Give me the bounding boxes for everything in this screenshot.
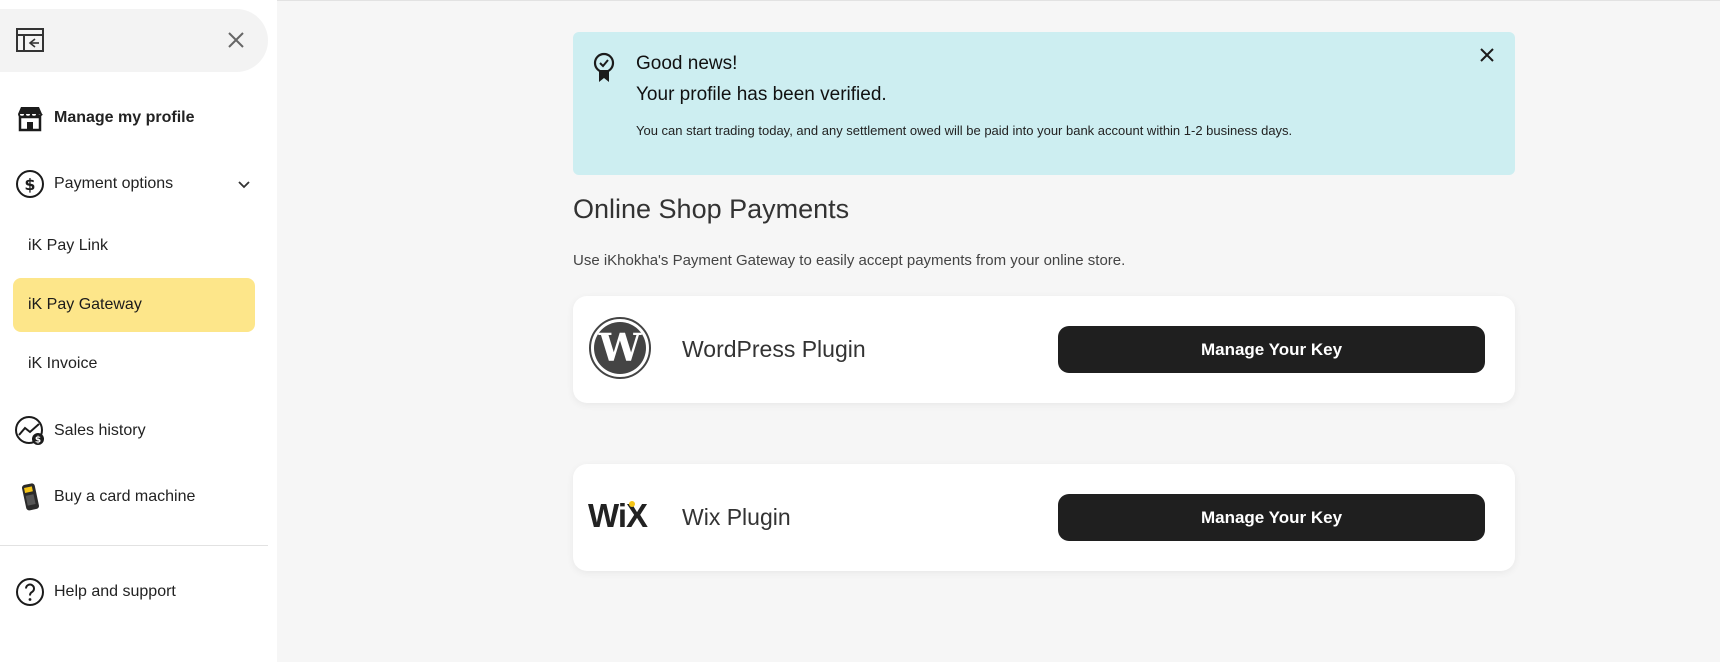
nav-buy-card-machine[interactable]: Buy a card machine: [0, 475, 268, 519]
card-machine-icon: [21, 483, 39, 511]
close-sidebar-icon[interactable]: [224, 28, 248, 52]
sub-item-pay-link[interactable]: iK Pay Link: [13, 219, 255, 273]
sub-label-pay-gateway: iK Pay Gateway: [28, 296, 142, 313]
banner-subtitle: Your profile has been verified.: [636, 84, 887, 105]
sidebar-divider: [0, 545, 268, 546]
nav-label-sales-history: Sales history: [54, 422, 146, 439]
page-title: Online Shop Payments: [573, 194, 850, 224]
question-circle-icon: [16, 578, 44, 606]
sub-item-invoice[interactable]: iK Invoice: [13, 337, 255, 391]
nav-payment-options[interactable]: $ Payment options: [0, 162, 268, 206]
wix-plugin-card: WiX Wix Plugin Manage Your Key: [573, 464, 1515, 571]
dollar-circle-icon: $: [16, 170, 44, 198]
nav-help-support[interactable]: Help and support: [0, 570, 268, 614]
sales-chart-icon: $: [15, 416, 44, 446]
store-icon: [18, 107, 43, 132]
plugin-name: Wix Plugin: [682, 504, 791, 530]
svg-text:$: $: [24, 175, 35, 194]
sub-label-pay-link: iK Pay Link: [28, 237, 109, 254]
page-description: Use iKhokha's Payment Gateway to easily …: [573, 252, 1126, 269]
nav-label-buy-card-machine: Buy a card machine: [54, 488, 196, 505]
nav-label-manage-profile: Manage my profile: [54, 109, 195, 126]
svg-text:$: $: [35, 436, 41, 446]
banner-title: Good news!: [636, 53, 738, 74]
nav-label-help-support: Help and support: [54, 583, 176, 600]
verification-banner: Good news! Your profile has been verifie…: [573, 32, 1515, 175]
chevron-down-icon[interactable]: [236, 176, 252, 192]
banner-text: You can start trading today, and any set…: [636, 123, 1293, 138]
sub-label-invoice: iK Invoice: [28, 355, 98, 372]
nav-sales-history[interactable]: $ Sales history: [0, 409, 268, 453]
nav-label-payment-options: Payment options: [54, 175, 174, 192]
sub-item-pay-gateway[interactable]: iK Pay Gateway: [13, 278, 255, 332]
close-banner-icon[interactable]: [1478, 46, 1496, 64]
svg-text:WiX: WiX: [588, 498, 648, 532]
wordpress-plugin-card: W WordPress Plugin Manage Your Key: [573, 296, 1515, 403]
manage-key-button[interactable]: Manage Your Key: [1058, 326, 1485, 373]
wix-logo-icon: WiX: [588, 498, 649, 532]
manage-key-button[interactable]: Manage Your Key: [1058, 494, 1485, 541]
svg-text:W: W: [598, 325, 643, 370]
sidebar: Manage my profile $ Payment options iK P…: [0, 0, 277, 662]
nav-manage-profile[interactable]: Manage my profile: [0, 96, 268, 140]
collapse-sidebar-icon[interactable]: [16, 28, 44, 52]
plugin-name: WordPress Plugin: [682, 336, 866, 362]
wordpress-logo-icon: W: [589, 317, 651, 379]
award-badge-icon: [593, 52, 615, 82]
